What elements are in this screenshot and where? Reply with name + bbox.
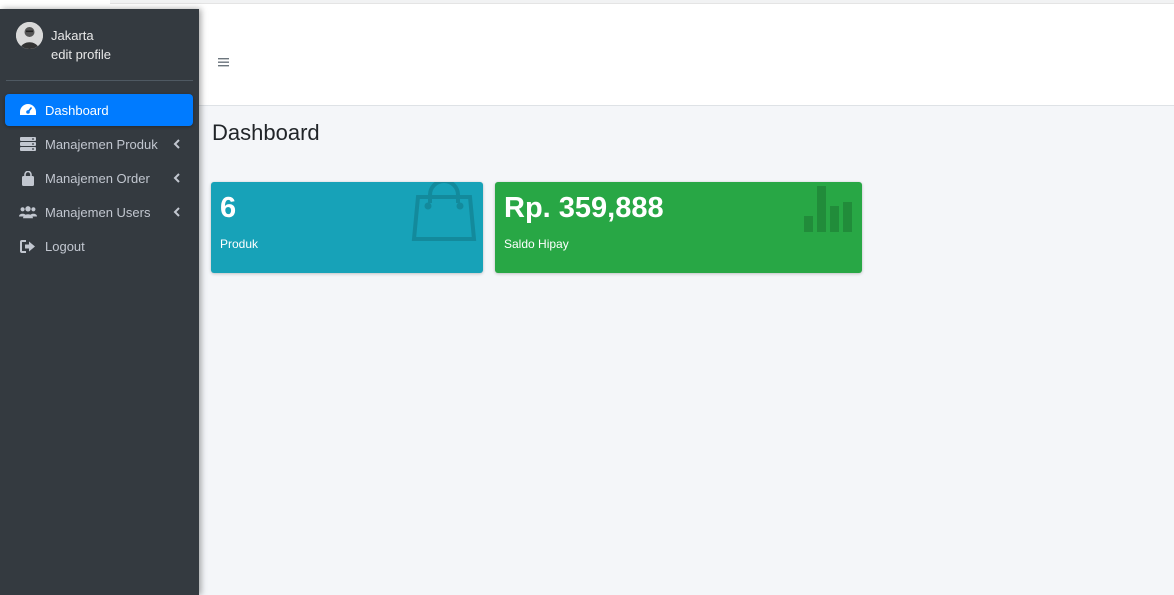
hamburger-icon[interactable] [217,55,231,69]
card-label: Produk [220,237,259,251]
shopping-bag-icon [19,169,37,187]
produk-info-card[interactable]: 6 Produk [211,182,483,273]
browser-top-strip [0,0,1174,9]
user-avatar[interactable] [16,22,43,49]
chevron-left-icon [171,205,181,219]
sidebar: Jakarta edit profile Dashboard Manajemen… [0,9,199,595]
tachometer-icon [19,101,37,119]
sidebar-item-label: Logout [45,238,85,254]
card-label: Saldo Hipay [504,237,569,251]
server-icon [19,135,37,153]
sidebar-item-manajemen-produk[interactable]: Manajemen Produk [5,128,193,160]
sidebar-item-label: Manajemen Order [45,170,150,186]
edit-profile-link[interactable]: edit profile [51,47,111,62]
users-icon [19,203,37,221]
sidebar-item-label: Manajemen Produk [45,136,158,152]
shopping-bag-icon [411,182,477,248]
card-value: Rp. 359,888 [504,192,664,224]
sidebar-item-dashboard[interactable]: Dashboard [5,94,193,126]
card-value: 6 [220,192,237,224]
sidebar-item-label: Manajemen Users [45,204,151,220]
saldo-hipay-card[interactable]: Rp. 359,888 Saldo Hipay [495,182,862,273]
top-navbar [199,9,1174,106]
sidebar-item-manajemen-order[interactable]: Manajemen Order [5,162,193,194]
chevron-left-icon [171,137,181,151]
sidebar-nav: Dashboard Manajemen Produk Manajemen Ord… [5,94,193,264]
page-title: Dashboard [212,120,320,145]
sidebar-item-logout[interactable]: Logout [5,230,193,262]
sidebar-item-label: Dashboard [45,102,109,118]
bar-chart-icon [802,186,856,239]
chevron-left-icon [171,171,181,185]
sidebar-item-manajemen-users[interactable]: Manajemen Users [5,196,193,228]
user-panel: Jakarta edit profile [0,9,199,81]
sidebar-divider [6,80,193,81]
sign-out-icon [19,237,37,255]
user-name: Jakarta [51,28,94,43]
